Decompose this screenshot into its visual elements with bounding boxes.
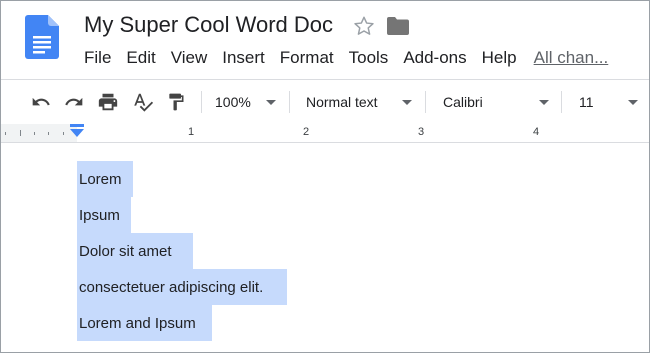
toolbar-divider	[289, 91, 290, 113]
document-page[interactable]: Lorem Ipsum Dolor sit amet consectetuer …	[1, 143, 649, 352]
ruler-number: 3	[418, 126, 425, 138]
selected-text-line[interactable]: consectetuer adipiscing elit.	[77, 269, 287, 305]
selected-text-line[interactable]: Ipsum	[77, 197, 131, 233]
menu-bar: File Edit View Insert Format Tools Add-o…	[84, 48, 623, 68]
indent-marker-icon[interactable]	[69, 124, 85, 143]
ruler-number: 4	[533, 126, 540, 138]
menu-insert[interactable]: Insert	[222, 48, 265, 68]
style-value: Normal text	[306, 94, 378, 110]
ruler-tick	[48, 131, 49, 135]
ruler-tick	[63, 131, 64, 135]
ruler-tick	[34, 131, 35, 135]
font-size-dropdown-icon[interactable]	[628, 100, 638, 105]
docs-window: My Super Cool Word Doc File Edit View In…	[0, 0, 650, 353]
spellcheck-icon[interactable]	[132, 80, 154, 124]
folder-icon[interactable]	[387, 17, 409, 40]
menu-addons[interactable]: Add-ons	[403, 48, 466, 68]
ruler-number: 2	[303, 126, 310, 138]
undo-icon[interactable]	[31, 80, 51, 124]
selected-text-line[interactable]: Dolor sit amet	[77, 233, 193, 269]
redo-icon[interactable]	[64, 80, 84, 124]
font-value: Calibri	[443, 94, 483, 110]
menu-view[interactable]: View	[171, 48, 208, 68]
ruler[interactable]: 1 2 3 4	[1, 124, 649, 143]
document-title[interactable]: My Super Cool Word Doc	[84, 12, 333, 38]
menu-edit[interactable]: Edit	[126, 48, 155, 68]
zoom-value: 100%	[215, 94, 251, 110]
toolbar-divider	[201, 91, 202, 113]
ruler-tick	[5, 131, 6, 135]
docs-logo-icon[interactable]	[25, 15, 59, 64]
font-size-value: 11	[579, 94, 594, 110]
print-icon[interactable]	[97, 80, 119, 124]
zoom-dropdown-icon[interactable]	[266, 100, 276, 105]
star-icon[interactable]	[353, 15, 375, 42]
toolbar: 100% Normal text Calibri 11	[1, 79, 649, 125]
all-changes-link[interactable]: All chan...	[534, 48, 609, 68]
selected-text-line[interactable]: Lorem and Ipsum	[77, 305, 212, 341]
toolbar-divider	[561, 91, 562, 113]
paint-format-icon[interactable]	[166, 80, 186, 124]
font-dropdown-icon[interactable]	[539, 100, 549, 105]
font-select[interactable]: Calibri	[443, 80, 483, 124]
menu-help[interactable]: Help	[482, 48, 517, 68]
menu-file[interactable]: File	[84, 48, 111, 68]
menu-format[interactable]: Format	[280, 48, 334, 68]
font-size-select[interactable]: 11	[579, 80, 594, 124]
header: My Super Cool Word Doc File Edit View In…	[1, 1, 649, 78]
style-dropdown-icon[interactable]	[402, 100, 412, 105]
ruler-tick	[20, 130, 21, 136]
selected-text-line[interactable]: Lorem	[77, 161, 133, 197]
toolbar-divider	[425, 91, 426, 113]
menu-tools[interactable]: Tools	[349, 48, 389, 68]
zoom-select[interactable]: 100%	[215, 80, 251, 124]
ruler-text-area	[77, 124, 649, 142]
ruler-number: 1	[188, 126, 195, 138]
style-select[interactable]: Normal text	[306, 80, 378, 124]
